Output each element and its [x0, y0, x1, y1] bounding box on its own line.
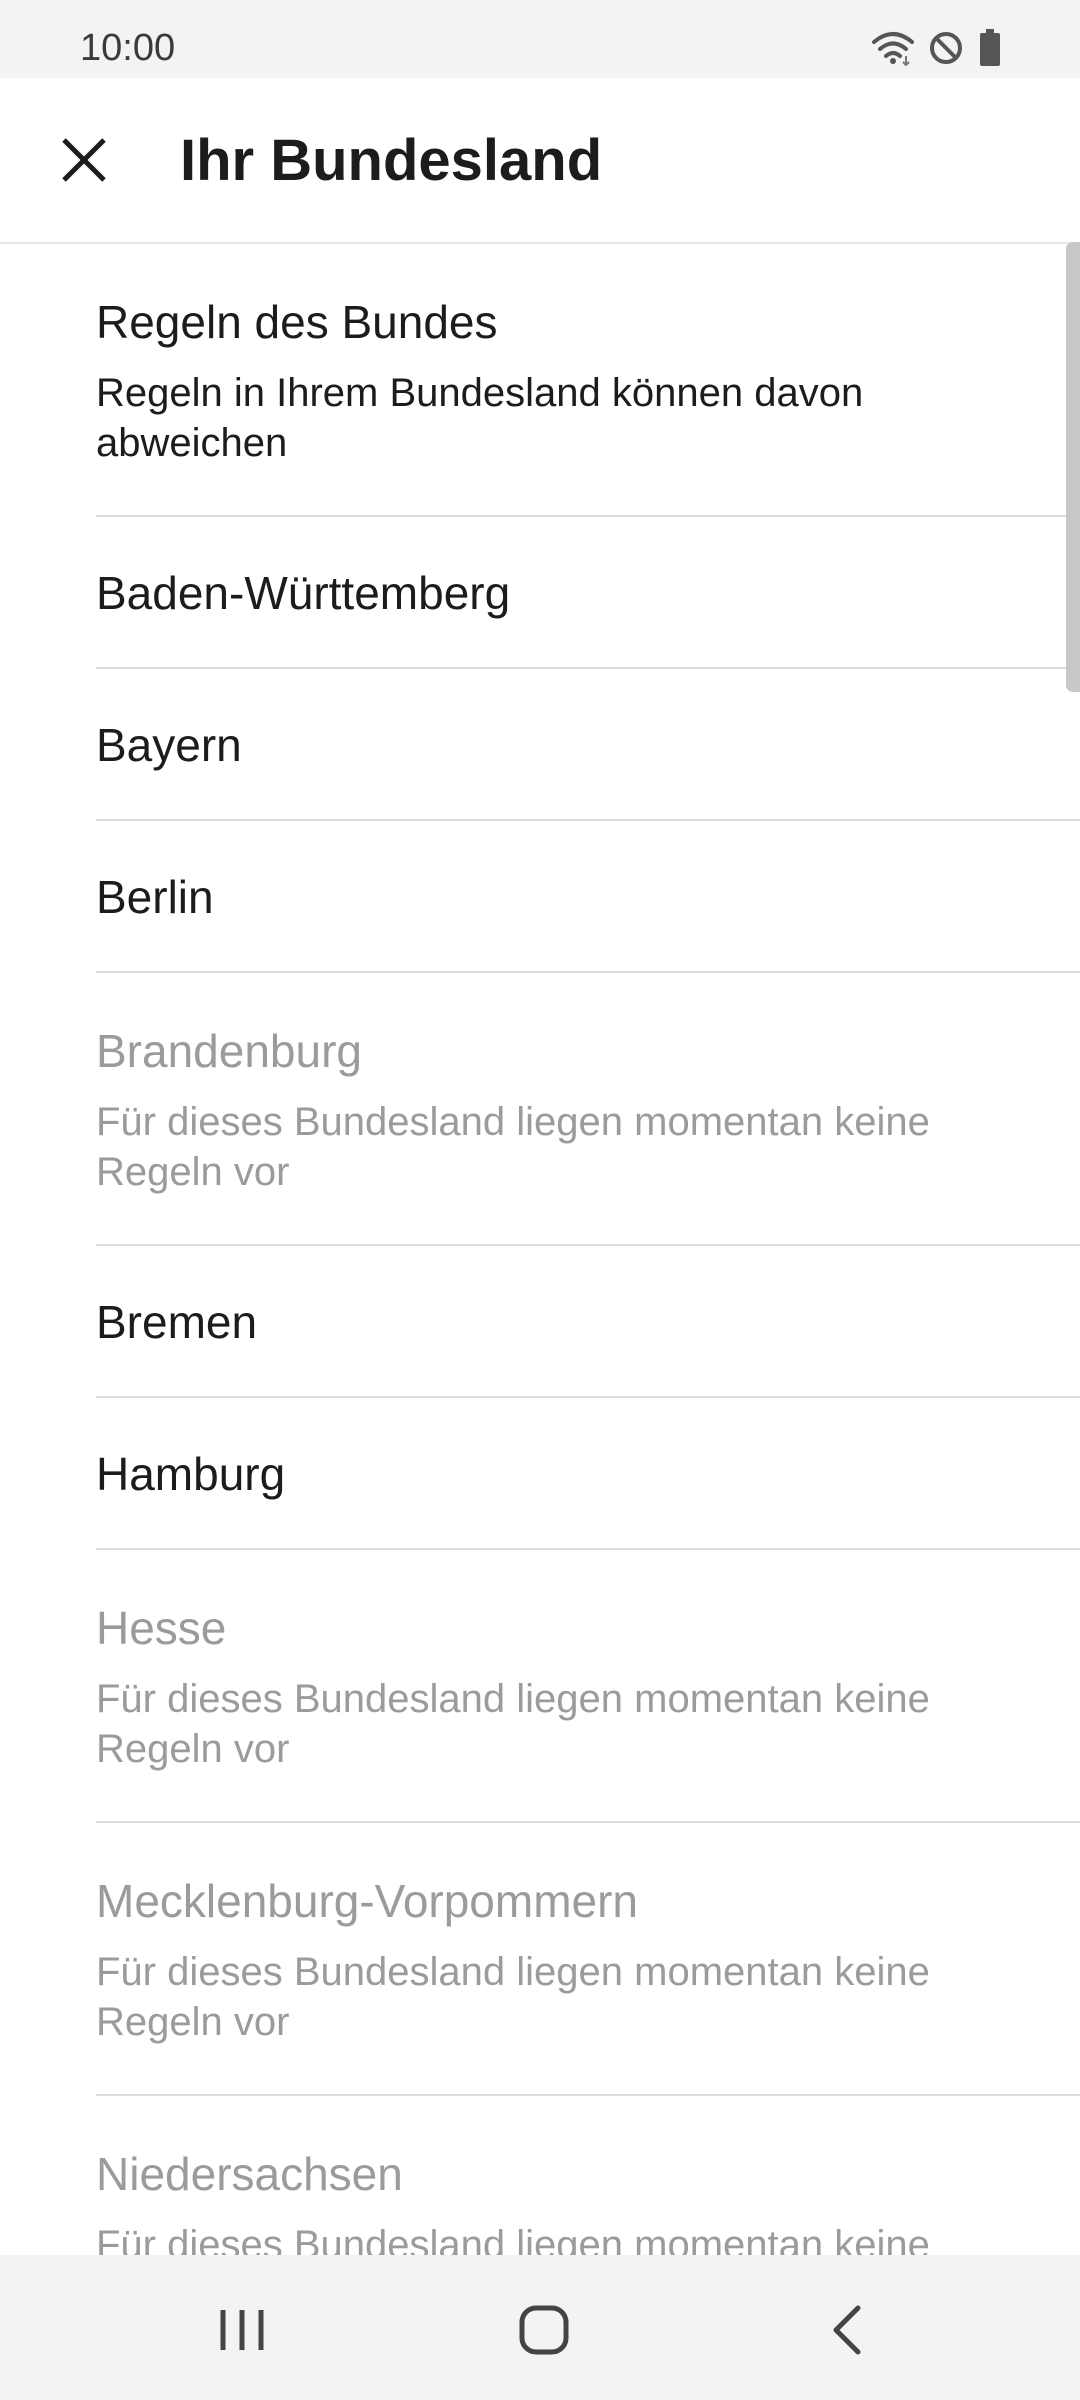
list-item-title: Berlin	[96, 871, 214, 923]
scrollbar-thumb[interactable]	[1066, 242, 1080, 692]
status-icons	[872, 26, 1002, 70]
list-item-subtitle: Für dieses Bundesland liegen momentan ke…	[96, 2223, 930, 2255]
list-item-baden-wuerttemberg[interactable]: Baden-Württemberg	[96, 517, 1080, 669]
list-item-subtitle: Für dieses Bundesland liegen momentan ke…	[96, 1950, 930, 2044]
do-not-disturb-icon	[930, 32, 962, 64]
list-item-federal-rules[interactable]: Regeln des Bundes Regeln in Ihrem Bundes…	[96, 244, 1080, 517]
list-item-title: Baden-Württemberg	[96, 567, 511, 619]
back-icon	[833, 2305, 861, 2355]
list-item-subtitle: Für dieses Bundesland liegen momentan ke…	[96, 1677, 930, 1771]
list-item-brandenburg: Brandenburg Für dieses Bundesland liegen…	[96, 973, 1080, 1246]
list-item-subtitle: Regeln in Ihrem Bundesland können davon …	[96, 371, 864, 465]
list-item-hamburg[interactable]: Hamburg	[96, 1398, 1080, 1550]
list-item-hesse: Hesse Für dieses Bundesland liegen momen…	[96, 1550, 1080, 1823]
app-bar: Ihr Bundesland	[0, 78, 1080, 244]
list-item-title: Bremen	[96, 1296, 258, 1348]
list-item-niedersachsen: Niedersachsen Für dieses Bundesland lieg…	[96, 2096, 1080, 2255]
list-item-title: Regeln des Bundes	[96, 296, 498, 348]
list-item-title: Hamburg	[96, 1448, 286, 1500]
list-item-mecklenburg-vorpommern: Mecklenburg-Vorpommern Für dieses Bundes…	[96, 1823, 1080, 2096]
list-item-title: Brandenburg	[96, 1025, 362, 1077]
home-button[interactable]	[479, 2275, 609, 2385]
wifi-icon	[872, 32, 914, 66]
list-item-title: Bayern	[96, 719, 242, 771]
back-button[interactable]	[781, 2275, 911, 2385]
list-item-bremen[interactable]: Bremen	[96, 1246, 1080, 1398]
list-item-title: Hesse	[96, 1602, 227, 1654]
battery-icon	[980, 29, 1000, 66]
list-item-title: Niedersachsen	[96, 2148, 403, 2200]
list-item-subtitle: Für dieses Bundesland liegen momentan ke…	[96, 1100, 930, 1194]
recent-apps-icon	[220, 2310, 264, 2350]
navigation-bar	[0, 2255, 1080, 2400]
recent-apps-button[interactable]	[177, 2275, 307, 2385]
list-item-bayern[interactable]: Bayern	[96, 669, 1080, 821]
state-list: Regeln des Bundes Regeln in Ihrem Bundes…	[0, 244, 1080, 2255]
list-item-berlin[interactable]: Berlin	[96, 821, 1080, 973]
page-title: Ihr Bundesland	[180, 128, 603, 193]
status-time: 10:00	[80, 27, 176, 69]
close-button[interactable]	[44, 120, 124, 200]
home-icon	[519, 2305, 569, 2355]
status-bar: 10:00	[0, 0, 1080, 78]
close-icon	[62, 138, 106, 182]
list-item-title: Mecklenburg-Vorpommern	[96, 1875, 639, 1927]
